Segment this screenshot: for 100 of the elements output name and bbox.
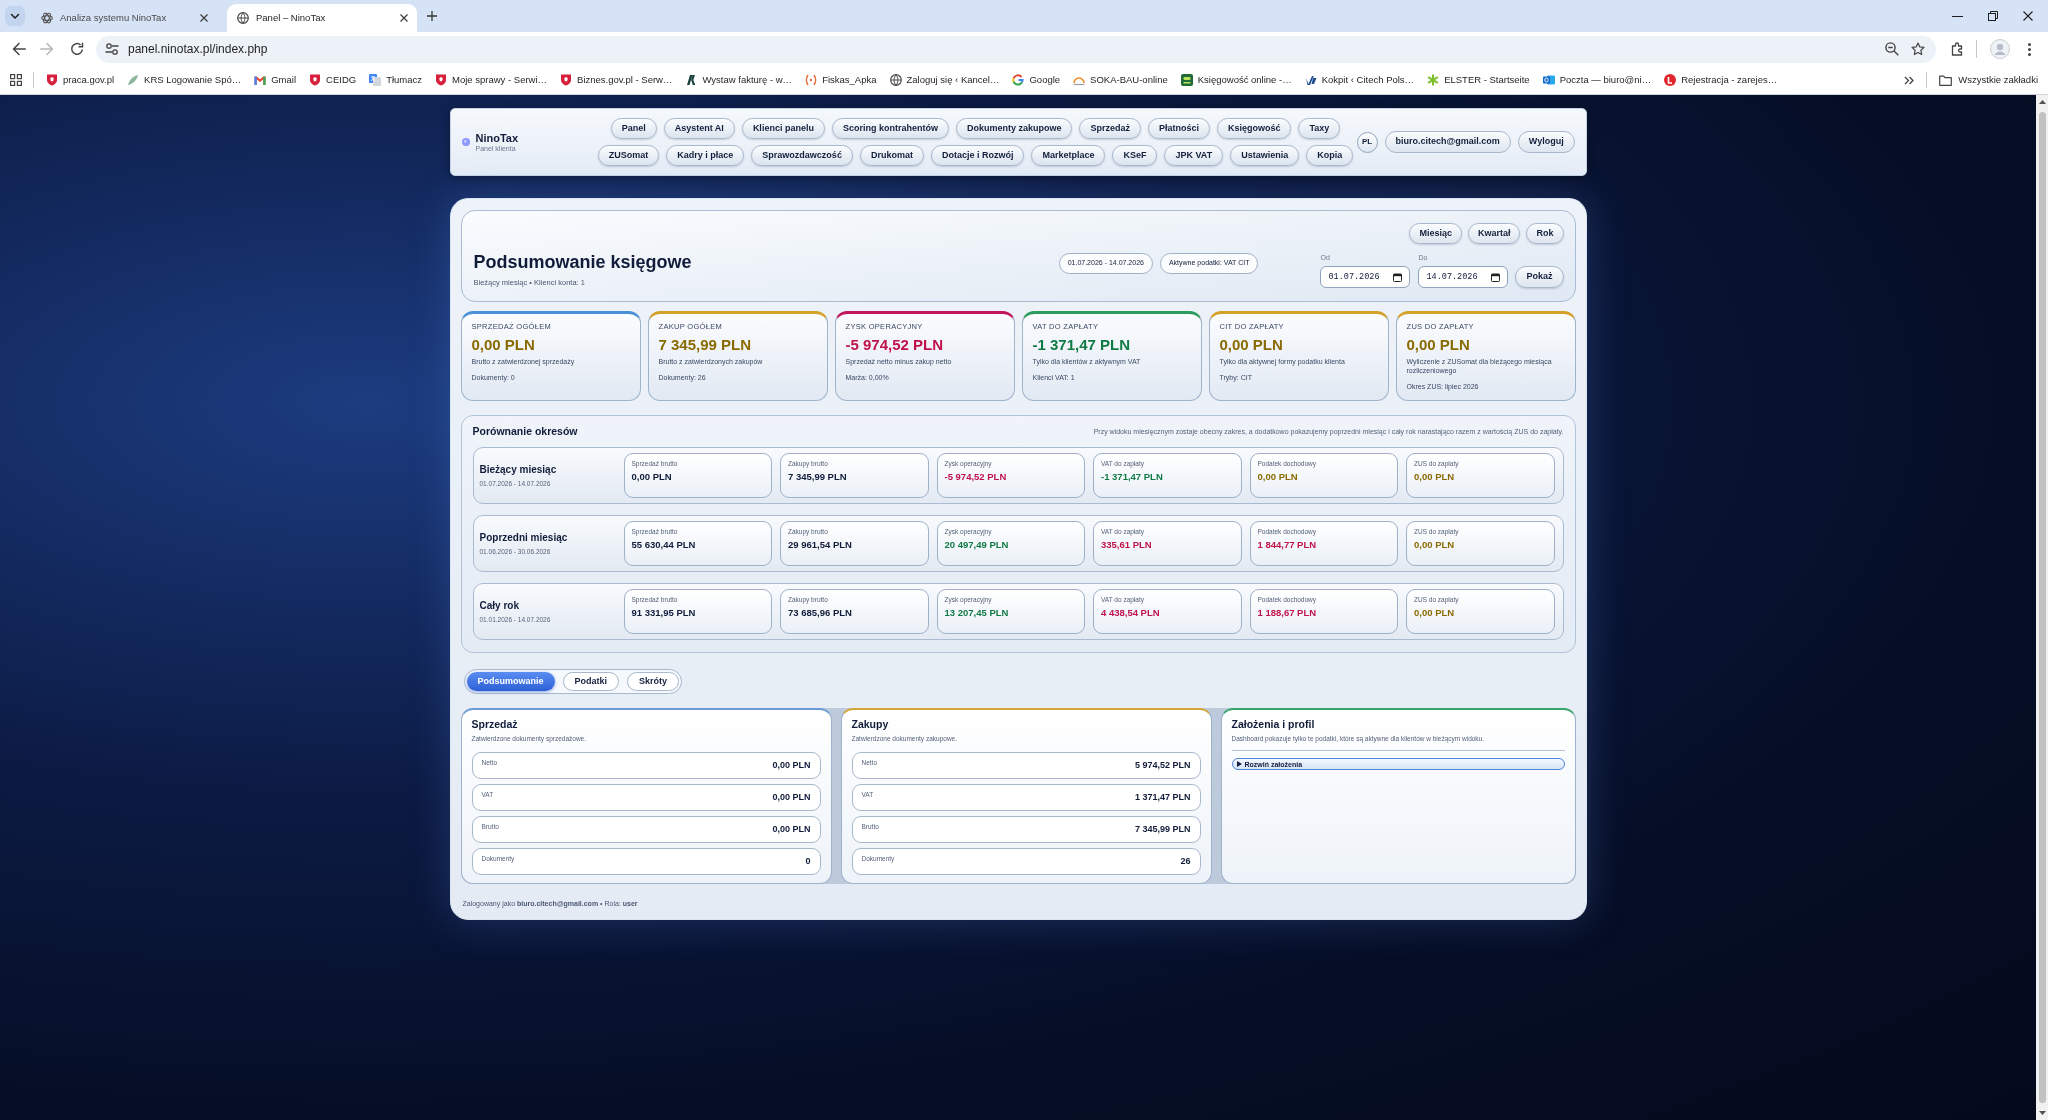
bookmark[interactable]: SOKA-BAU-online bbox=[1071, 69, 1170, 91]
apps-grid-icon[interactable] bbox=[10, 74, 22, 86]
calendar-icon[interactable] bbox=[1393, 272, 1403, 282]
period-button[interactable]: Rok bbox=[1526, 223, 1564, 244]
shield-icon bbox=[435, 74, 448, 86]
bookmark[interactable]: Gmail bbox=[252, 69, 299, 91]
restore-icon[interactable] bbox=[1988, 11, 1998, 21]
calendar-icon[interactable] bbox=[1491, 272, 1501, 282]
metric-value: 335,61 PLN bbox=[1101, 539, 1153, 551]
bookmark[interactable]: Google bbox=[1010, 69, 1063, 91]
metric-value: 7 345,99 PLN bbox=[788, 471, 848, 483]
date-field[interactable]: 01.07.2026 bbox=[1320, 266, 1411, 288]
bookmark[interactable]: Tłumacz bbox=[367, 69, 425, 91]
nav-button[interactable]: Dotacje i Rozwój bbox=[930, 145, 1025, 166]
view-tab[interactable]: Podsumowanie bbox=[466, 672, 555, 691]
nav-button[interactable]: KSeF bbox=[1112, 145, 1158, 166]
date-field[interactable]: 14.07.2026 bbox=[1418, 266, 1509, 288]
nav-button[interactable]: Sprzedaż bbox=[1079, 118, 1141, 139]
folder-icon bbox=[1939, 74, 1953, 86]
nav-button[interactable]: Panel bbox=[610, 118, 657, 139]
address-bar[interactable]: panel.ninotax.pl/index.php bbox=[96, 35, 1936, 63]
scroll-up-icon[interactable] bbox=[2038, 100, 2046, 104]
translate-icon bbox=[369, 74, 382, 86]
browser-tab[interactable]: Analiza systemu NinoTax bbox=[31, 4, 217, 32]
nav-button[interactable]: ZUSomat bbox=[597, 145, 660, 166]
nav-button[interactable]: Płatności bbox=[1147, 118, 1210, 139]
period-button[interactable]: Kwartał bbox=[1467, 223, 1521, 244]
total-value: 5 974,52 PLN bbox=[1134, 759, 1191, 772]
metric-value: 1 188,67 PLN bbox=[1257, 607, 1318, 619]
nav-button[interactable]: Dokumenty zakupowe bbox=[955, 118, 1073, 139]
metric-value: 29 961,54 PLN bbox=[788, 539, 853, 551]
bookmark[interactable]: Kokpit ‹ Citech Pols… bbox=[1302, 69, 1417, 91]
nav-button[interactable]: Drukomat bbox=[859, 145, 924, 166]
triangle-right-icon[interactable] bbox=[1236, 761, 1242, 767]
nav-button[interactable]: Taxy bbox=[1298, 118, 1341, 139]
more-icon[interactable] bbox=[2028, 42, 2031, 56]
period-button[interactable]: Miesiąc bbox=[1409, 223, 1462, 244]
bookmark[interactable]: Wystaw fakturę - w… bbox=[683, 69, 795, 91]
minimize-icon[interactable] bbox=[1952, 15, 1963, 17]
sliders-icon[interactable] bbox=[105, 42, 119, 56]
period-name: Bieżący miesiąc bbox=[479, 463, 558, 476]
view-tab[interactable]: Podatki bbox=[562, 672, 620, 691]
leaf-icon bbox=[127, 74, 140, 86]
bookmark[interactable]: Biznes.gov.pl - Serw… bbox=[558, 69, 675, 91]
bookmark[interactable]: Moje sprawy - Serwi… bbox=[433, 69, 550, 91]
nav-button[interactable]: Kopia bbox=[1306, 145, 1354, 166]
bookmark[interactable]: Poczta — biuro@ni… bbox=[1540, 69, 1654, 91]
close-icon[interactable] bbox=[200, 14, 208, 22]
globe-icon bbox=[237, 12, 249, 24]
close-icon[interactable] bbox=[2023, 11, 2033, 21]
account-button[interactable]: biuro.citech@gmail.com bbox=[1384, 131, 1511, 153]
nav-button[interactable]: Klienci panelu bbox=[741, 118, 825, 139]
nav-button[interactable]: Scoring kontrahentów bbox=[831, 118, 949, 139]
arch-icon bbox=[1073, 74, 1086, 86]
nav-button[interactable]: Ustawienia bbox=[1230, 145, 1300, 166]
zoom-out-icon[interactable] bbox=[1885, 42, 1899, 56]
metric-value: 1 844,77 PLN bbox=[1257, 539, 1318, 551]
metric-value: 0,00 PLN bbox=[1257, 471, 1299, 483]
section-title: Porównanie okresów bbox=[472, 425, 578, 437]
knot-icon bbox=[41, 12, 53, 24]
browser-tab[interactable]: Panel – NinoTax bbox=[227, 4, 417, 32]
total-value: 26 bbox=[1180, 855, 1191, 868]
bookmark[interactable]: Zaloguj się ‹ Kancel… bbox=[887, 69, 1002, 91]
bookmark[interactable]: Rejestracja - zarejes… bbox=[1662, 69, 1780, 91]
close-icon[interactable] bbox=[400, 14, 408, 22]
logout-button[interactable]: Wyloguj bbox=[1517, 131, 1575, 153]
kpi-value: -1 371,47 PLN bbox=[1032, 336, 1132, 354]
bookmark[interactable]: praca.gov.pl bbox=[44, 69, 117, 91]
bookmark[interactable]: ELSTER - Startseite bbox=[1425, 69, 1532, 91]
view-tab[interactable]: Skróty bbox=[627, 672, 680, 691]
star-icon[interactable] bbox=[1911, 42, 1925, 56]
nav-button[interactable]: JPK VAT bbox=[1164, 145, 1224, 166]
language-button[interactable]: PL bbox=[1356, 131, 1378, 153]
chevron-down-icon[interactable] bbox=[5, 6, 25, 26]
nav-button[interactable]: Sprawozdawczość bbox=[751, 145, 853, 166]
all-bookmarks-button[interactable]: Wszystkie zakładki bbox=[1937, 69, 2040, 91]
brand-name: NinoTax bbox=[475, 131, 519, 144]
back-icon[interactable] bbox=[12, 42, 26, 56]
total-value: 0,00 PLN bbox=[772, 791, 811, 804]
plus-icon[interactable] bbox=[427, 11, 437, 21]
page-title: Podsumowanie księgowe bbox=[473, 251, 692, 273]
scrollbar-thumb[interactable] bbox=[2038, 112, 2046, 1103]
nav-button[interactable]: Kadry i płace bbox=[666, 145, 745, 166]
reload-icon[interactable] bbox=[70, 42, 84, 56]
show-button[interactable]: Pokaż bbox=[1515, 266, 1564, 288]
bookmark[interactable]: Fiskas_Apka bbox=[803, 69, 879, 91]
scrollbar[interactable] bbox=[2036, 95, 2048, 1120]
letter-m-mark-icon bbox=[254, 74, 267, 86]
puzzle-icon[interactable] bbox=[1951, 42, 1965, 56]
double-chevron-icon[interactable] bbox=[1904, 75, 1915, 85]
scroll-down-icon[interactable] bbox=[2038, 1111, 2046, 1115]
shield-icon bbox=[46, 74, 58, 86]
bookmark[interactable]: KRS Logowanie Spó… bbox=[125, 69, 244, 91]
bookmark[interactable]: Księgowość online -… bbox=[1178, 69, 1294, 91]
kpi-value: -5 974,52 PLN bbox=[845, 336, 945, 354]
nav-button[interactable]: Asystent AI bbox=[663, 118, 735, 139]
nav-button[interactable]: Marketplace bbox=[1031, 145, 1106, 166]
nav-button[interactable]: Księgowość bbox=[1216, 118, 1292, 139]
bookmark[interactable]: CEIDG bbox=[307, 69, 359, 91]
globe-icon bbox=[889, 74, 902, 86]
